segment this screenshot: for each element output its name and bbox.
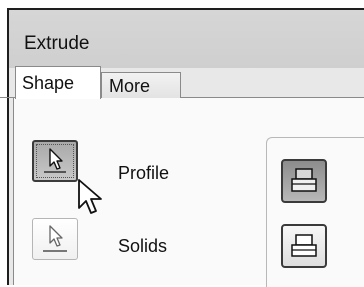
solids-select-button[interactable] [32,218,78,260]
profile-indicator-line [44,171,66,173]
tab-more[interactable]: More [101,72,181,98]
extrude-solid-icon [283,161,325,201]
select-arrow-icon [33,219,77,259]
mouse-pointer-icon [76,178,106,218]
tab-more-label: More [109,76,150,96]
extrude-surface-icon [283,226,325,266]
tab-shape-label: Shape [22,73,74,93]
solids-indicator-line [43,250,67,252]
solids-label: Solids [118,236,167,257]
profile-label: Profile [118,163,169,184]
profile-select-button[interactable] [32,140,78,182]
surface-output-button[interactable] [281,224,327,268]
solid-output-button[interactable] [281,159,327,203]
dialog-title: Extrude [24,33,89,55]
tab-shape[interactable]: Shape [15,66,101,99]
select-arrow-icon [34,142,76,180]
title-bar[interactable]: Extrude [9,10,364,68]
